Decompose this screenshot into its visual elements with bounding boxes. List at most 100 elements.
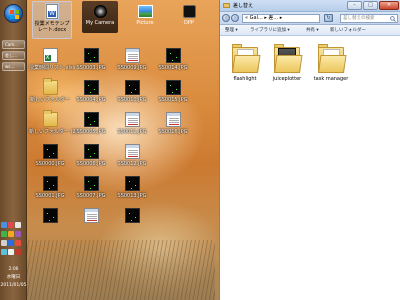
image-file-icon: [124, 176, 140, 191]
desktop-file-icon[interactable]: SS0000.JPG: [29, 144, 71, 167]
share-menu[interactable]: 共有 ▾: [306, 25, 319, 36]
search-input[interactable]: 差し替えの検索: [340, 14, 398, 23]
back-button[interactable]: ‹: [222, 14, 230, 22]
window-titlebar[interactable]: 差し替え – □ ✕: [220, 0, 400, 12]
desktop-icon-label: SS0006.JPG: [76, 161, 106, 167]
update-icon[interactable]: [8, 231, 14, 237]
battery-icon[interactable]: [1, 231, 7, 237]
desktop-file-icon[interactable]: SS0006.JPG: [70, 144, 112, 167]
desktop-file-icon[interactable]: SS0012.JPG: [111, 144, 153, 167]
image-file-icon: [83, 80, 99, 95]
desktop-icon-label: SS0000.JPG: [35, 161, 65, 167]
forward-button[interactable]: ›: [231, 14, 239, 22]
ime-icon[interactable]: [8, 240, 14, 246]
desktop-icon-label: SS0015.JPG: [158, 97, 188, 103]
power-icon[interactable]: [15, 249, 21, 255]
flag-icon[interactable]: [15, 240, 21, 246]
dpp-icon: [182, 5, 196, 18]
desktop-file-icon[interactable]: SS0007.JPG: [70, 176, 112, 199]
image-file-icon: [165, 80, 181, 95]
desktop-icon-label: SS0013.JPG: [117, 193, 147, 199]
desktop-icon-label: 新しいフォルダー (2): [29, 129, 78, 135]
desktop-icon-label: 新しいフォルダー: [29, 97, 70, 103]
image-file-icon: [165, 48, 181, 63]
desktop-folder-icon[interactable]: 新しいフォルダー: [29, 78, 71, 103]
folder-item-juiceplotter[interactable]: juiceplotter: [267, 44, 307, 82]
top-app-bar: 授業メモテンプレート.docx My Camera Picture DPP: [28, 0, 215, 40]
image-file-icon: [165, 112, 181, 127]
notification-tray: [1, 222, 26, 258]
desktop-file-icon[interactable]: SS0009.JPG: [111, 48, 153, 71]
taskbar-button-app[interactable]: ws...: [2, 62, 25, 71]
image-file-icon: [124, 208, 140, 223]
volume-icon[interactable]: [1, 240, 7, 246]
folder-icon: [274, 44, 303, 74]
desktop-file-icon[interactable]: SS0013.JPG: [111, 176, 153, 199]
close-button[interactable]: ✕: [379, 1, 399, 10]
folder-item-flashlight[interactable]: flashlight: [225, 44, 265, 82]
address-bar[interactable]: « Gal... ▸ 差... ▸: [242, 14, 320, 23]
address-bar-row: ‹ › « Gal... ▸ 差... ▸ ↻ 差し替えの検索: [220, 12, 400, 25]
desktop-icon-label: SS0016.JPG: [158, 129, 188, 135]
desktop-file-icon[interactable]: SS0004.JPG: [70, 80, 112, 103]
taskbar-button-explorer[interactable]: 差し...: [2, 51, 25, 60]
display-icon[interactable]: [8, 249, 14, 255]
desktop-file-icon[interactable]: SS0001.JPG: [29, 176, 71, 199]
start-button[interactable]: [4, 4, 23, 23]
clock[interactable]: 2:06 水曜日 2011/01/05: [0, 266, 27, 290]
image-file-icon: [83, 208, 99, 223]
network-icon[interactable]: [15, 222, 21, 228]
image-file-icon: [83, 48, 99, 63]
desktop-icon-label: SS0003.JPG: [76, 65, 106, 71]
image-file-icon: [124, 144, 140, 159]
command-bar: 整理 ▾ ライブラリに追加 ▾ 共有 ▾ 新しいフォルダー: [220, 25, 400, 36]
top-app-dpp[interactable]: DPP: [171, 1, 207, 33]
new-folder-button[interactable]: 新しいフォルダー: [330, 25, 366, 36]
desktop-file-icon[interactable]: SS0016.JPG: [152, 112, 194, 135]
desktop-icon-label: SS0012.JPG: [117, 161, 147, 167]
desktop-file-icon[interactable]: SS0014.JPG: [152, 48, 194, 71]
folder-icon: [318, 44, 347, 74]
organize-menu[interactable]: 整理 ▾: [225, 25, 238, 36]
top-app-word-document[interactable]: 授業メモテンプレート.docx: [32, 1, 72, 39]
minimize-button[interactable]: –: [347, 1, 362, 10]
folder-icon: [42, 110, 58, 127]
search-placeholder: 差し替えの検索: [343, 16, 375, 21]
sync-icon[interactable]: [1, 249, 7, 255]
desktop-folder-icon[interactable]: 新しいフォルダー (2): [29, 110, 78, 135]
desktop-file-icon[interactable]: [29, 208, 71, 225]
desktop-file-icon[interactable]: [70, 208, 112, 225]
desktop-icon-label: SS0010.JPG: [117, 97, 147, 103]
desktop-file-icon[interactable]: [111, 208, 153, 225]
folder-item-task-manager[interactable]: task manager: [309, 44, 353, 82]
desktop-file-icon[interactable]: SS0005.JPG: [70, 112, 112, 135]
wallpaper-grass: [0, 240, 215, 300]
maximize-button[interactable]: □: [363, 1, 378, 10]
desktop-icon-label: 授業時間リスト.xlsx: [29, 65, 76, 71]
image-file-icon: [124, 80, 140, 95]
image-file-icon: [42, 176, 58, 191]
desktop-file-icon[interactable]: SS0011.JPG: [111, 112, 153, 135]
desktop-icon-label: SS0005.JPG: [76, 129, 106, 135]
taskbar: Cam... 差し... ws... 2:06 水曜日 2011/01/05: [0, 0, 27, 300]
desktop-icon-label: SS0007.JPG: [76, 193, 106, 199]
bluetooth-icon[interactable]: [1, 222, 7, 228]
image-file-icon: [42, 208, 58, 223]
top-app-camera[interactable]: My Camera: [82, 1, 118, 33]
desktop-file-icon[interactable]: SS0010.JPG: [111, 80, 153, 103]
windows-logo-icon: [10, 10, 19, 19]
image-file-icon: [83, 176, 99, 191]
desktop-file-icon[interactable]: SS0003.JPG: [70, 48, 112, 71]
desktop-icon-label: SS0014.JPG: [158, 65, 188, 71]
taskbar-button-camera[interactable]: Cam...: [2, 40, 25, 49]
folder-icon: [42, 78, 58, 95]
refresh-button[interactable]: ↻: [324, 14, 333, 22]
app-tray-icon[interactable]: [15, 231, 21, 237]
image-file-icon: [42, 144, 58, 159]
desktop-file-icon[interactable]: 授業時間リスト.xlsx: [29, 48, 76, 71]
desktop-file-icon[interactable]: SS0015.JPG: [152, 80, 194, 103]
top-app-picture[interactable]: Picture: [127, 1, 163, 33]
add-to-library-menu[interactable]: ライブラリに追加 ▾: [250, 25, 290, 36]
security-icon[interactable]: [8, 222, 14, 228]
folder-icon: [223, 3, 230, 8]
